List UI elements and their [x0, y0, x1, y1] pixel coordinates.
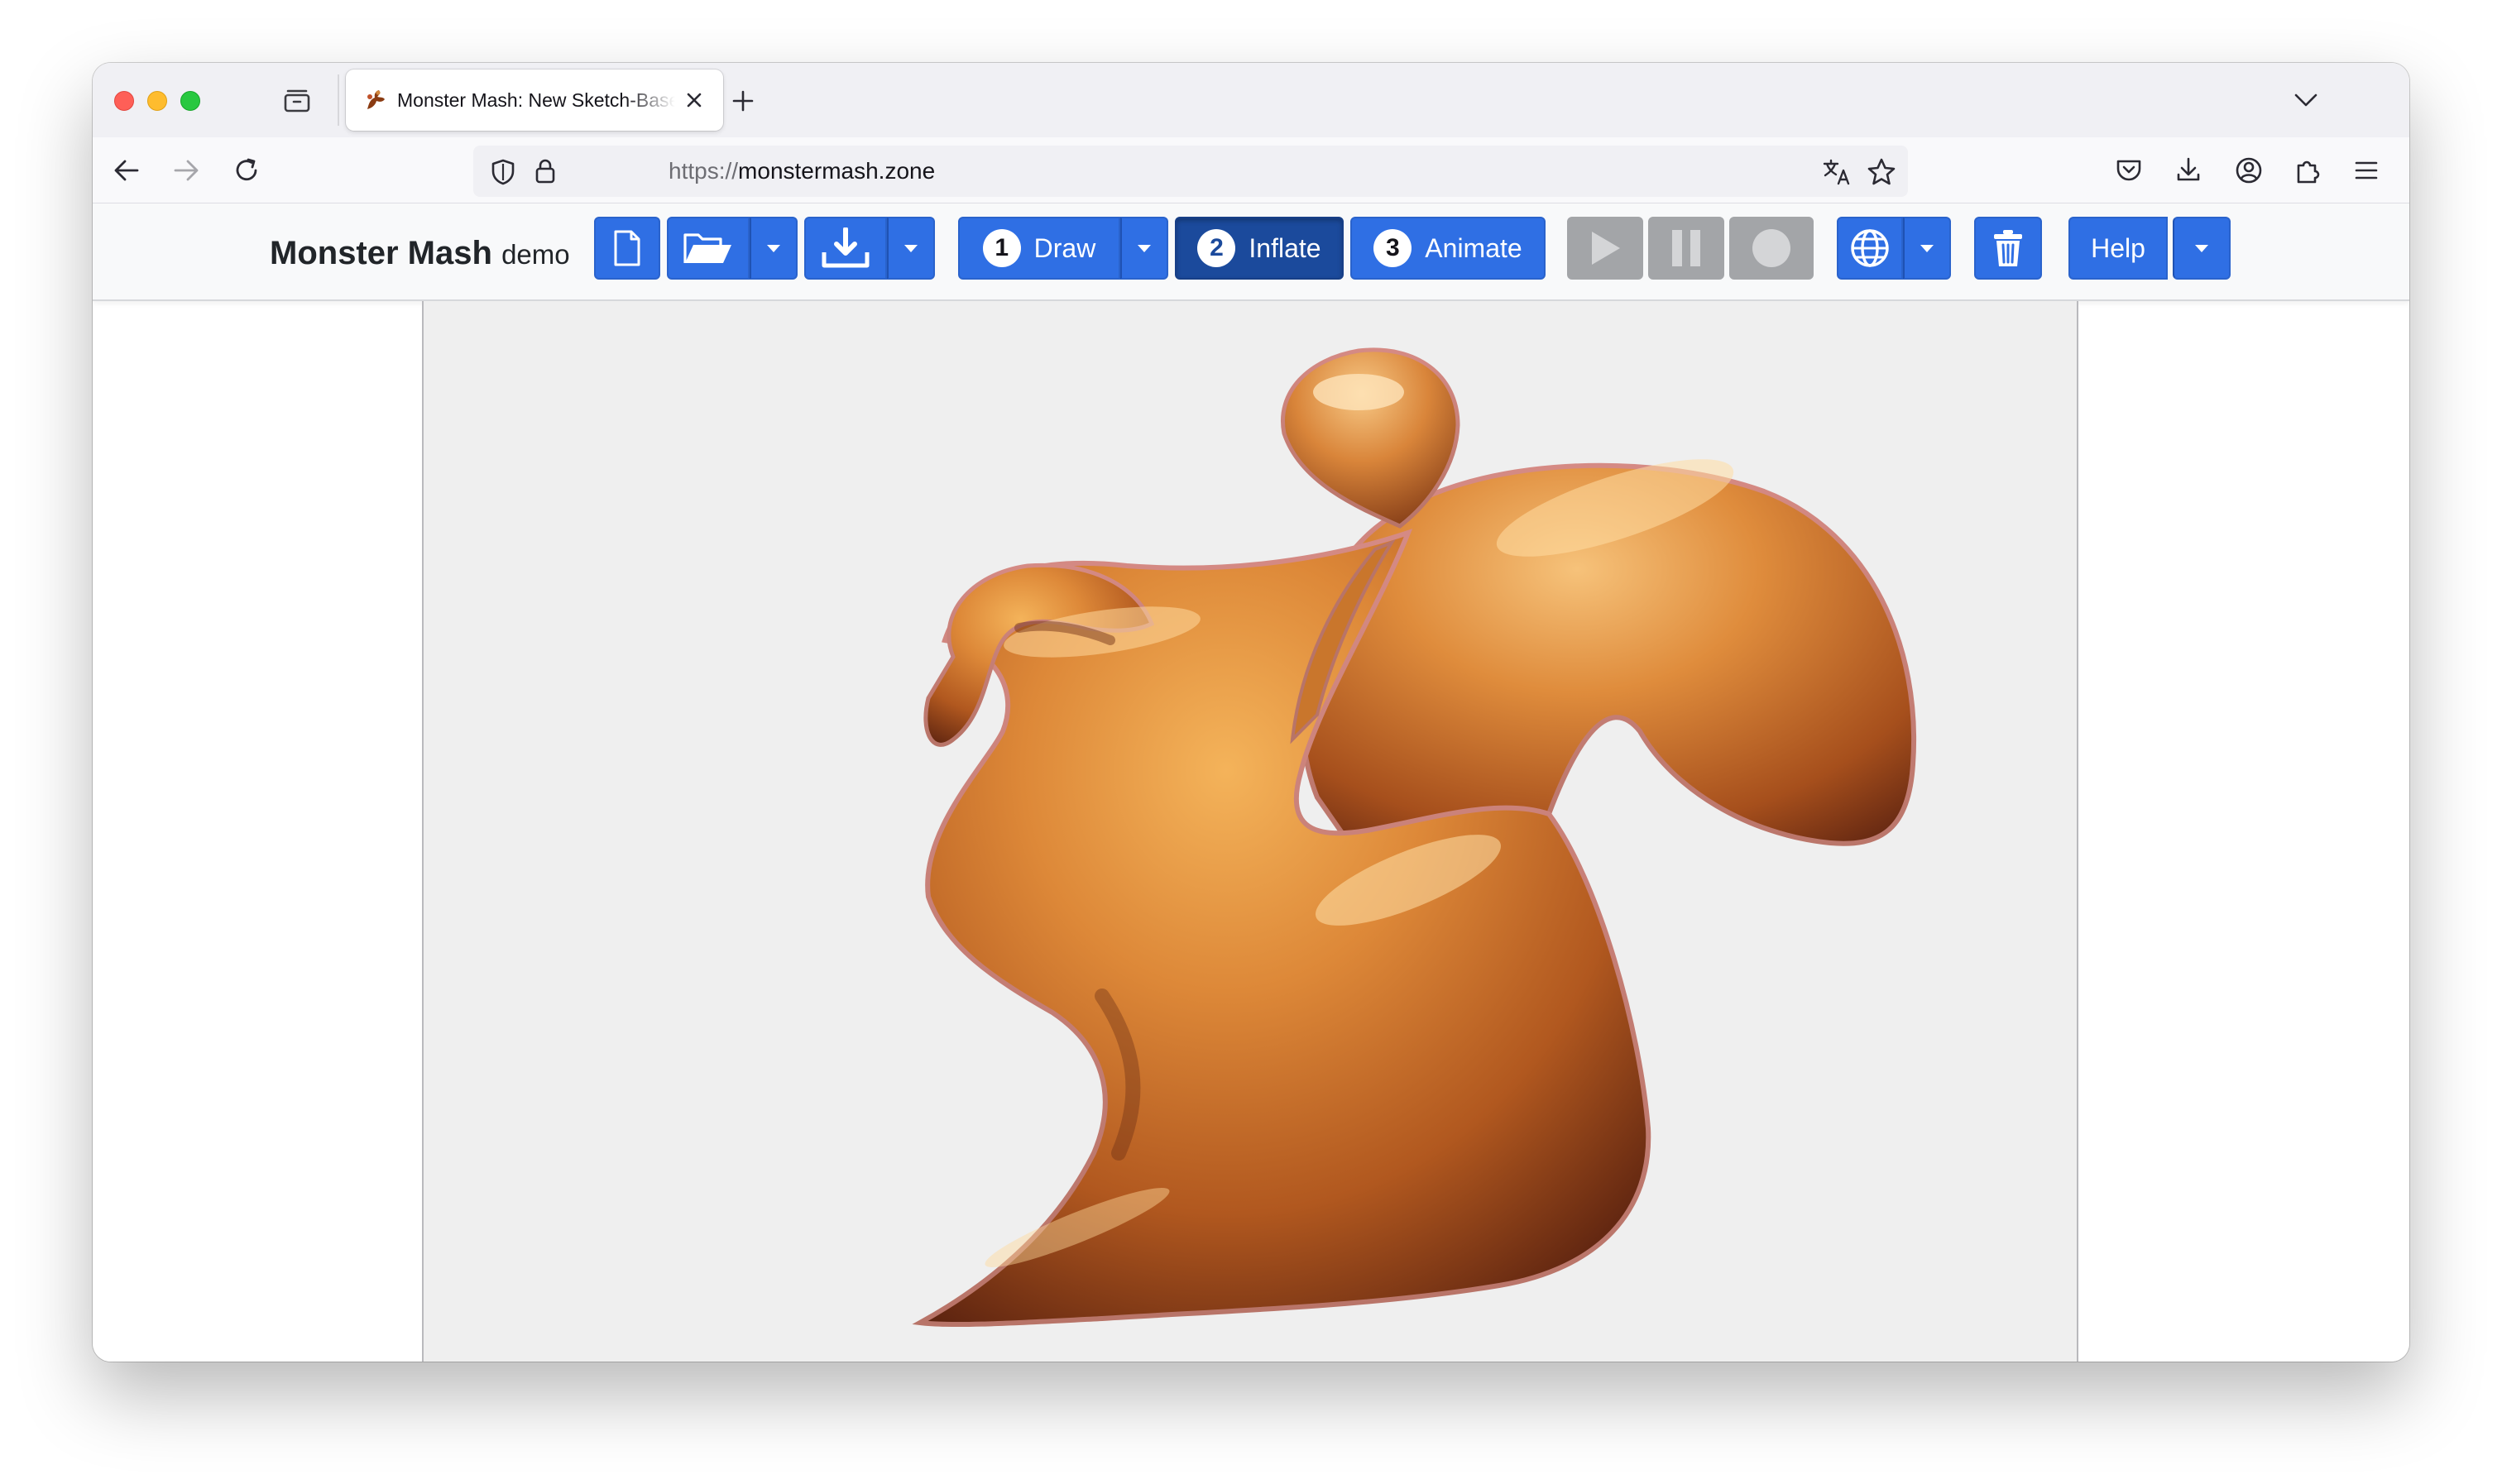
draw-step-button[interactable]: 1 Draw — [958, 217, 1120, 280]
step-2-badge: 2 — [1197, 229, 1236, 267]
favicon-icon — [367, 90, 385, 109]
browser-window: Monster Mash: New Sketch-Based Modeling … — [93, 63, 2409, 1362]
downloads-icon[interactable] — [2174, 156, 2202, 184]
pause-button[interactable] — [1648, 217, 1724, 280]
tab-strip: Monster Mash: New Sketch-Based Modeling … — [93, 63, 2409, 137]
forward-icon[interactable] — [172, 157, 200, 184]
record-icon — [1752, 229, 1790, 267]
brand-suffix: demo — [501, 239, 570, 270]
help-label: Help — [2091, 232, 2145, 263]
caret-down-icon — [1138, 244, 1151, 252]
url-host: monstermash.zone — [738, 158, 936, 184]
inflated-monster-model — [912, 347, 1916, 1328]
back-icon[interactable] — [113, 157, 141, 184]
trash-button[interactable] — [1974, 217, 2042, 280]
pause-icon — [1672, 230, 1700, 266]
new-button[interactable] — [594, 217, 660, 280]
tracking-protection-shield-icon[interactable] — [490, 158, 516, 186]
page-content: Monster Mash demo 1 Draw 2 Inflate 3 Ani… — [93, 203, 2409, 1362]
draw-step-label: Draw — [1033, 232, 1096, 263]
inflate-step-button[interactable]: 2 Inflate — [1175, 217, 1344, 280]
draw-menu-toggle[interactable] — [1120, 217, 1168, 280]
language-menu-toggle[interactable] — [1903, 217, 1951, 280]
window-close-button[interactable] — [114, 91, 134, 111]
new-file-icon — [614, 230, 640, 266]
caret-down-icon — [2195, 244, 2208, 252]
download-menu-toggle[interactable] — [887, 217, 935, 280]
caret-down-icon — [767, 244, 780, 252]
step-1-badge: 1 — [982, 229, 1021, 267]
play-button[interactable] — [1567, 217, 1643, 280]
account-icon[interactable] — [2234, 156, 2264, 185]
open-menu-toggle[interactable] — [750, 217, 798, 280]
language-button[interactable] — [1837, 217, 1903, 280]
app-menu-icon[interactable] — [2353, 159, 2380, 182]
new-tab-icon[interactable] — [731, 89, 755, 112]
url-scheme: https:// — [669, 158, 739, 184]
globe-icon — [1851, 229, 1889, 267]
navigation-bar: https://monstermash.zone — [93, 137, 2409, 203]
tab-monster-mash[interactable]: Monster Mash: New Sketch-Based Modeling … — [346, 69, 723, 131]
url-text[interactable]: https://monstermash.zone — [669, 159, 935, 184]
list-all-tabs-icon[interactable] — [2294, 91, 2318, 109]
reload-icon[interactable] — [232, 156, 261, 185]
tab-overview-icon[interactable] — [283, 89, 311, 113]
help-button[interactable]: Help — [2068, 217, 2168, 280]
tab-close-icon[interactable] — [685, 91, 703, 109]
inflate-step-label: Inflate — [1249, 232, 1321, 263]
caret-down-icon — [904, 244, 918, 252]
extensions-icon[interactable] — [2294, 156, 2322, 185]
open-button[interactable] — [667, 217, 750, 280]
download-button[interactable] — [804, 217, 887, 280]
bookmark-star-icon[interactable] — [1867, 157, 1896, 187]
download-icon — [822, 227, 870, 268]
step-3-badge: 3 — [1373, 229, 1412, 267]
window-minimize-button[interactable] — [147, 91, 167, 111]
trash-icon — [1994, 230, 2022, 266]
animate-step-label: Animate — [1425, 232, 1522, 263]
caret-down-icon — [1920, 244, 1934, 252]
model-canvas[interactable] — [422, 301, 2078, 1362]
model-highlight — [1313, 374, 1404, 410]
url-bar[interactable]: https://monstermash.zone — [473, 146, 1908, 197]
app-toolbar: Monster Mash demo 1 Draw 2 Inflate 3 Ani… — [93, 203, 2409, 301]
translate-icon[interactable] — [1822, 158, 1852, 186]
lock-icon[interactable] — [533, 157, 558, 185]
tab-title: Monster Mash: New Sketch-Based Modeling … — [397, 89, 675, 111]
record-button[interactable] — [1729, 217, 1814, 280]
animate-step-button[interactable]: 3 Animate — [1350, 217, 1546, 280]
tab-separator — [338, 74, 339, 126]
brand-name: Monster Mash — [270, 235, 492, 271]
pocket-icon[interactable] — [2115, 157, 2143, 184]
window-zoom-button[interactable] — [180, 91, 200, 111]
open-folder-icon — [683, 233, 731, 263]
app-brand: Monster Mash demo — [270, 233, 570, 275]
help-menu-toggle[interactable] — [2173, 217, 2231, 280]
play-icon — [1592, 232, 1620, 265]
